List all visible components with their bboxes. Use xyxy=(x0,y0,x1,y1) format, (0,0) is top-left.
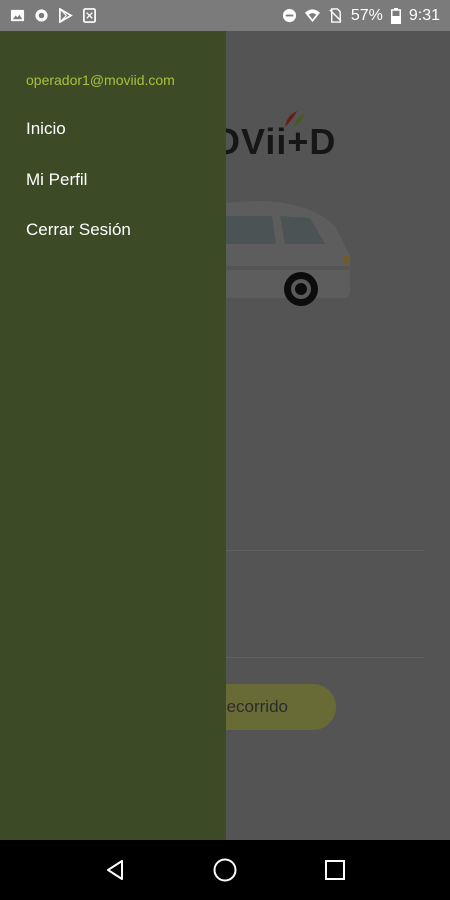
image-icon xyxy=(10,9,25,22)
divider xyxy=(226,550,424,551)
navigation-bar xyxy=(0,840,450,900)
circle-icon xyxy=(35,9,48,22)
navigation-drawer: operador1@moviid.com Inicio Mi Perfil Ce… xyxy=(0,31,226,840)
recents-button[interactable] xyxy=(315,850,355,890)
divider xyxy=(226,657,424,658)
no-sim-icon xyxy=(329,8,342,23)
status-bar: 57% 9:31 xyxy=(0,0,450,31)
menu-item-mi-perfil[interactable]: Mi Perfil xyxy=(26,170,87,190)
recents-icon xyxy=(325,860,345,880)
back-button[interactable] xyxy=(95,850,135,890)
back-icon xyxy=(107,860,123,880)
clock: 9:31 xyxy=(408,6,440,24)
app-logo: OVii+D xyxy=(212,121,337,162)
wifi-icon xyxy=(304,9,320,23)
home-button[interactable] xyxy=(205,850,245,890)
play-store-icon xyxy=(59,8,73,23)
close-box-icon xyxy=(83,8,96,23)
home-icon xyxy=(213,858,237,882)
do-not-disturb-icon xyxy=(282,8,296,23)
menu-item-cerrar-sesion[interactable]: Cerrar Sesión xyxy=(26,220,131,240)
user-email: operador1@moviid.com xyxy=(26,72,175,88)
menu-item-inicio[interactable]: Inicio xyxy=(26,119,66,139)
battery-percent: 57% xyxy=(350,6,383,24)
battery-icon xyxy=(390,7,401,24)
